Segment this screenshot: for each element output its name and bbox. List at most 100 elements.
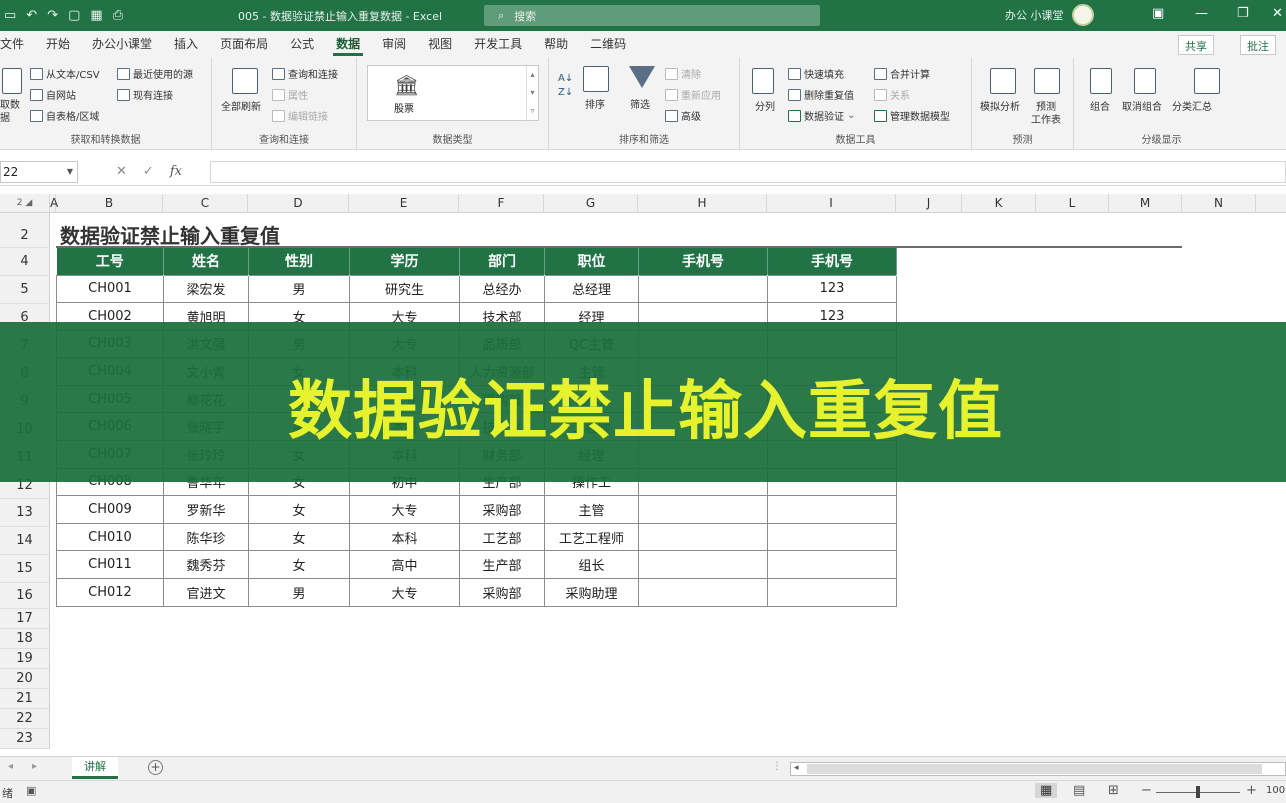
filter-icon[interactable]	[629, 66, 655, 88]
column-header-l[interactable]: L	[1036, 194, 1109, 213]
save-icon[interactable]: ▭	[4, 8, 16, 23]
flash-fill-button[interactable]: 快速填充	[788, 66, 844, 81]
table-cell[interactable]: 采购部	[459, 495, 545, 524]
table-cell[interactable]: 魏秀芬	[163, 550, 249, 580]
page-break-view-icon[interactable]: ⊞	[1108, 783, 1119, 798]
cancel-icon[interactable]: ✕	[116, 164, 127, 179]
table-cell[interactable]	[767, 578, 897, 607]
fx-icon[interactable]: fx	[170, 164, 182, 179]
tab-file[interactable]: 文件	[0, 31, 35, 58]
row-header[interactable]: 23	[0, 729, 50, 749]
print-icon[interactable]: ⎙	[113, 8, 123, 23]
user-name[interactable]: 办公 小课堂	[1005, 7, 1064, 23]
row-header[interactable]: 16	[0, 583, 50, 609]
database-icon[interactable]	[2, 68, 22, 94]
minimize-icon[interactable]: —	[1195, 6, 1208, 21]
ungroup-icon[interactable]	[1134, 68, 1156, 94]
table-cell[interactable]: CH001	[56, 274, 164, 304]
table-cell[interactable]: 本科	[349, 522, 460, 552]
gallery-scroll[interactable]: ▴ ▾ ▿	[526, 66, 538, 122]
table-cell[interactable]: CH011	[56, 550, 164, 580]
tab-review[interactable]: 审阅	[371, 31, 417, 58]
recent-sources-button[interactable]: 最近使用的源	[117, 66, 193, 81]
tab-qrcode[interactable]: 二维码	[579, 31, 637, 58]
header-cell[interactable]: 性别	[248, 248, 350, 275]
sort-label[interactable]: 排序	[585, 96, 605, 111]
redo-icon[interactable]: ↷	[47, 8, 58, 23]
close-icon[interactable]: ✕	[1272, 6, 1283, 21]
row-header[interactable]: 13	[0, 499, 50, 527]
form-icon[interactable]: ▢	[68, 8, 80, 23]
manage-data-model-button[interactable]: 管理数据模型	[874, 108, 950, 123]
row-header[interactable]: 15	[0, 555, 50, 583]
splitter-icon[interactable]: ⋮	[772, 761, 782, 772]
column-header-i[interactable]: I	[767, 194, 896, 213]
header-cell[interactable]: 部门	[459, 248, 545, 275]
tab-help[interactable]: 帮助	[533, 31, 579, 58]
table-cell[interactable]: 生产部	[459, 550, 545, 580]
group-label-btn[interactable]: 组合	[1090, 98, 1110, 113]
confirm-icon[interactable]: ✓	[143, 164, 154, 179]
avatar[interactable]	[1071, 4, 1094, 26]
share-button[interactable]: 共享	[1178, 35, 1214, 55]
zoom-level[interactable]: 100	[1266, 785, 1285, 796]
tab-formulas[interactable]: 公式	[279, 31, 325, 58]
properties-button[interactable]: 属性	[272, 87, 308, 102]
tab-office-class[interactable]: 办公小课堂	[81, 31, 163, 58]
page-layout-view-icon[interactable]: ▤	[1073, 783, 1085, 798]
from-table-button[interactable]: 自表格/区域	[30, 108, 99, 123]
refresh-all-label[interactable]: 全部刷新	[221, 98, 261, 113]
next-sheet-icon[interactable]: ▸	[32, 761, 37, 772]
text-to-columns-icon[interactable]	[752, 68, 774, 94]
header-cell[interactable]: 工号	[56, 248, 164, 275]
sort-icon[interactable]	[583, 66, 609, 92]
data-type-gallery[interactable]: 🏛 股票 ▴ ▾ ▿	[367, 65, 539, 122]
add-sheet-icon[interactable]: +	[148, 760, 163, 775]
column-header-g[interactable]: G	[544, 194, 638, 213]
undo-icon[interactable]: ↶	[26, 8, 37, 23]
table-cell[interactable]	[638, 578, 768, 607]
table-cell[interactable]: 工艺工程师	[544, 522, 639, 552]
horizontal-scrollbar[interactable]: ◂	[790, 762, 1286, 776]
column-header-n[interactable]: N	[1182, 194, 1256, 213]
from-web-button[interactable]: 自网站	[30, 87, 76, 102]
table-cell[interactable]: 123	[767, 274, 897, 304]
clear-button[interactable]: 清除	[665, 66, 701, 81]
table-cell[interactable]	[638, 274, 768, 304]
tab-insert[interactable]: 插入	[163, 31, 209, 58]
table-cell[interactable]: CH009	[56, 495, 164, 524]
forecast-sheet-icon[interactable]	[1034, 68, 1060, 94]
chevron-down-icon[interactable]: ▼	[67, 162, 73, 182]
what-if-label[interactable]: 模拟分析	[980, 98, 1020, 113]
table-cell[interactable]	[767, 550, 897, 580]
row-header[interactable]: 4	[0, 248, 50, 276]
table-cell[interactable]: 总经办	[459, 274, 545, 304]
table-cell[interactable]: 大专	[349, 495, 460, 524]
header-cell[interactable]: 手机号	[638, 248, 768, 275]
row-header[interactable]: 19	[0, 649, 50, 669]
row-header[interactable]: 22	[0, 709, 50, 729]
column-header-d[interactable]: D	[248, 194, 349, 213]
split-label[interactable]: 分列	[755, 98, 775, 113]
scroll-thumb[interactable]	[807, 764, 1262, 774]
column-header-f[interactable]: F	[459, 194, 544, 213]
get-data-label-2[interactable]: 据	[0, 109, 10, 124]
zoom-out-icon[interactable]: −	[1141, 783, 1152, 798]
from-text-csv-button[interactable]: 从文本/CSV	[30, 66, 100, 81]
table-cell[interactable]	[638, 522, 768, 552]
forecast-sheet-label-2[interactable]: 工作表	[1031, 111, 1061, 126]
tab-developer[interactable]: 开发工具	[463, 31, 533, 58]
table-cell[interactable]: 官进文	[163, 578, 249, 607]
formula-input[interactable]	[210, 161, 1286, 183]
relationships-button[interactable]: 关系	[874, 87, 910, 102]
row-header[interactable]: 17	[0, 609, 50, 629]
advanced-button[interactable]: 高级	[665, 108, 701, 123]
table-cell[interactable]	[767, 495, 897, 524]
queries-connections-button[interactable]: 查询和连接	[272, 66, 338, 81]
consolidate-button[interactable]: 合并计算	[874, 66, 930, 81]
header-cell[interactable]: 学历	[349, 248, 460, 275]
select-all[interactable]: 2 ◢	[0, 194, 50, 213]
table-cell[interactable]: 陈华珍	[163, 522, 249, 552]
column-header-e[interactable]: E	[349, 194, 459, 213]
header-cell[interactable]: 手机号	[767, 248, 897, 275]
